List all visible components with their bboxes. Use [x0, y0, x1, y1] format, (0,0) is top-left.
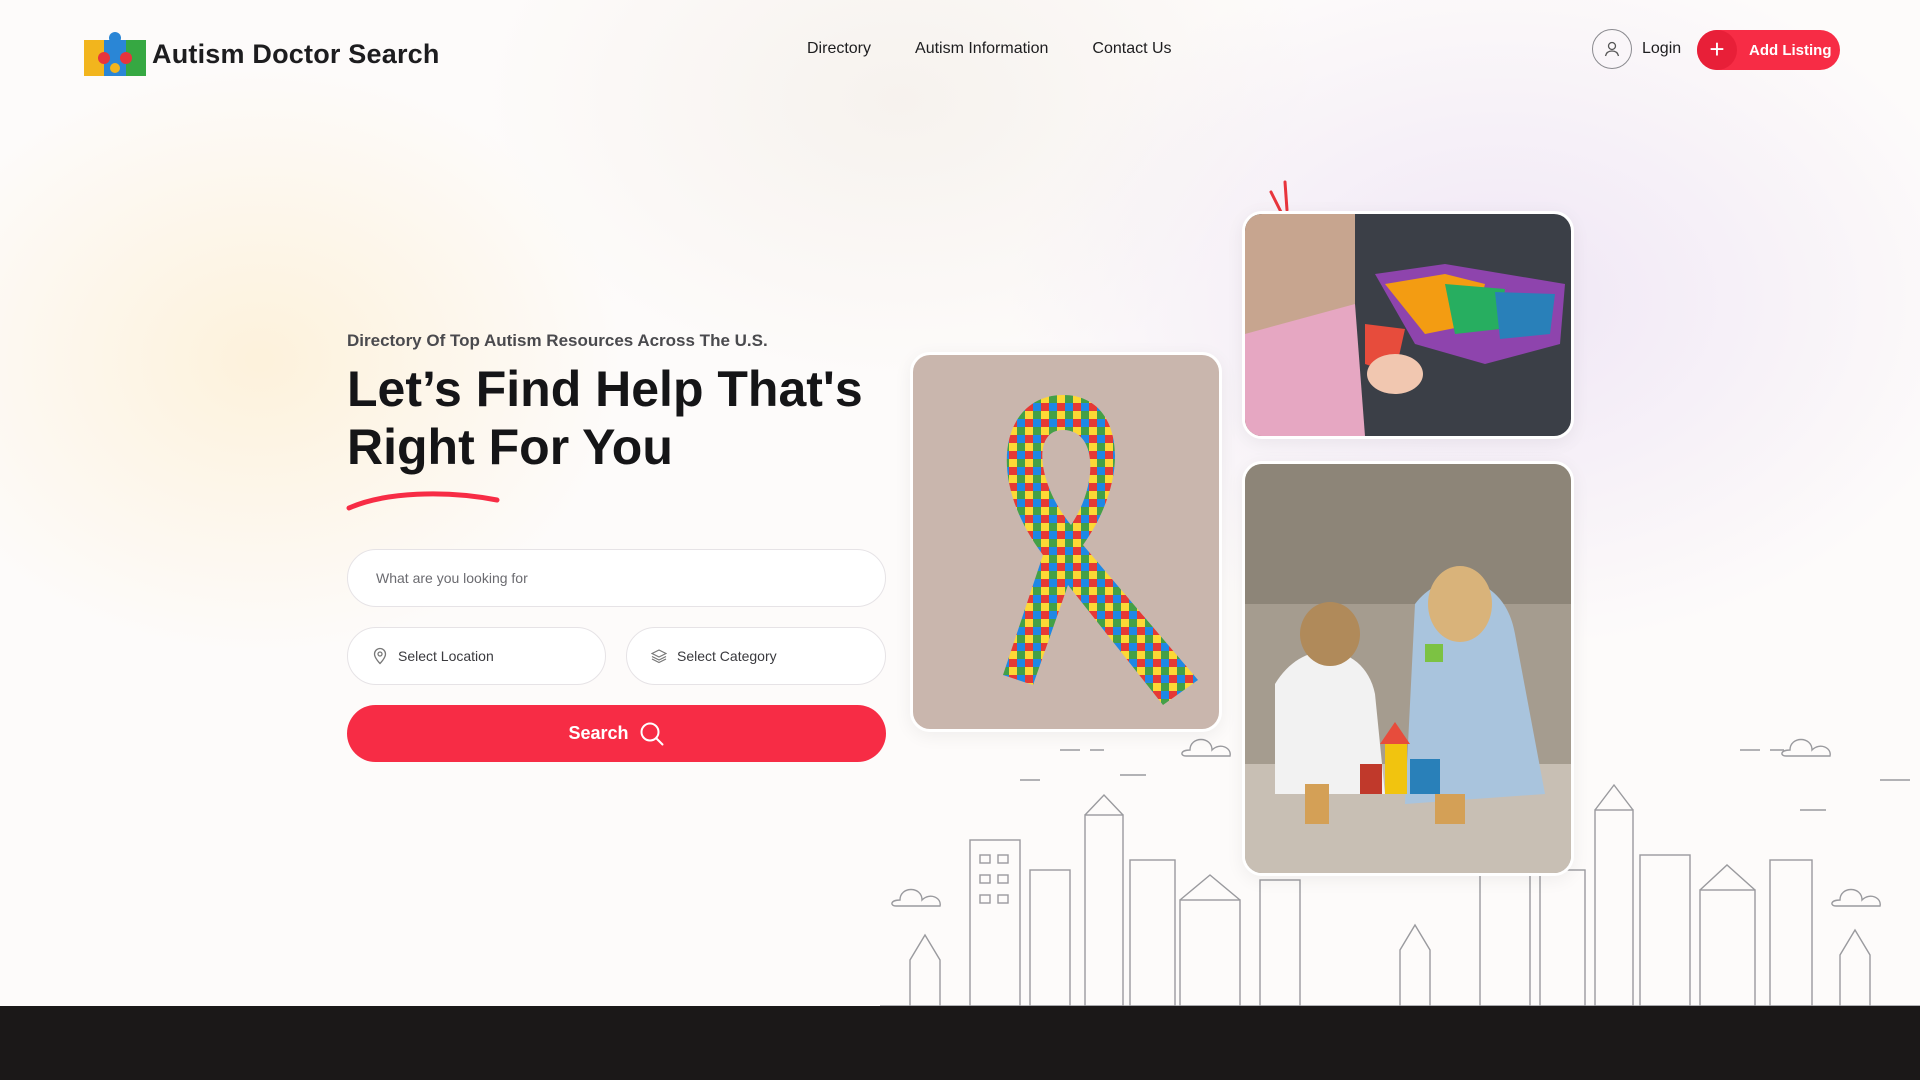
- nav-autism-information[interactable]: Autism Information: [915, 40, 1048, 58]
- location-pin-icon: [373, 647, 387, 665]
- main-nav: Directory Autism Information Contact Us: [807, 40, 1172, 58]
- child-playing-blocks-image: [1242, 461, 1574, 876]
- nav-contact-us[interactable]: Contact Us: [1092, 40, 1171, 58]
- select-location-label: Select Location: [398, 648, 494, 664]
- plus-icon: +: [1697, 30, 1737, 70]
- user-icon: [1592, 29, 1632, 69]
- hero-headline: Let’s Find Help That's Right For You: [347, 360, 867, 476]
- search-keyword-input[interactable]: What are you looking for: [347, 549, 886, 607]
- headline-underline-swoosh: [346, 491, 500, 511]
- nav-directory[interactable]: Directory: [807, 40, 871, 58]
- puzzle-logo-icon: [84, 32, 146, 76]
- search-button[interactable]: Search: [347, 705, 886, 762]
- layers-icon: [651, 649, 667, 664]
- headline-line-2: Right For You: [347, 419, 673, 475]
- logo-text: Autism Doctor Search: [152, 38, 440, 69]
- search-icon: [640, 722, 664, 745]
- autism-ribbon-image: [910, 352, 1222, 732]
- add-listing-label: Add Listing: [1749, 41, 1832, 59]
- site-logo[interactable]: Autism Doctor Search: [84, 30, 440, 78]
- search-button-label: Search: [568, 723, 629, 743]
- search-keyword-placeholder: What are you looking for: [376, 570, 528, 586]
- headline-line-1: Let’s Find Help That's: [347, 361, 863, 417]
- login-label: Login: [1642, 40, 1682, 57]
- login-link[interactable]: Login: [1592, 29, 1681, 69]
- footer-bar: [0, 1006, 1920, 1080]
- select-location-dropdown[interactable]: Select Location: [347, 627, 606, 685]
- child-fidget-toy-image: [1242, 211, 1574, 439]
- select-category-dropdown[interactable]: Select Category: [626, 627, 886, 685]
- add-listing-button[interactable]: + Add Listing: [1697, 30, 1840, 70]
- select-category-label: Select Category: [677, 648, 777, 664]
- hero-eyebrow: Directory Of Top Autism Resources Across…: [347, 331, 768, 350]
- hero-section: Autism Doctor Search Directory Autism In…: [0, 0, 1920, 1006]
